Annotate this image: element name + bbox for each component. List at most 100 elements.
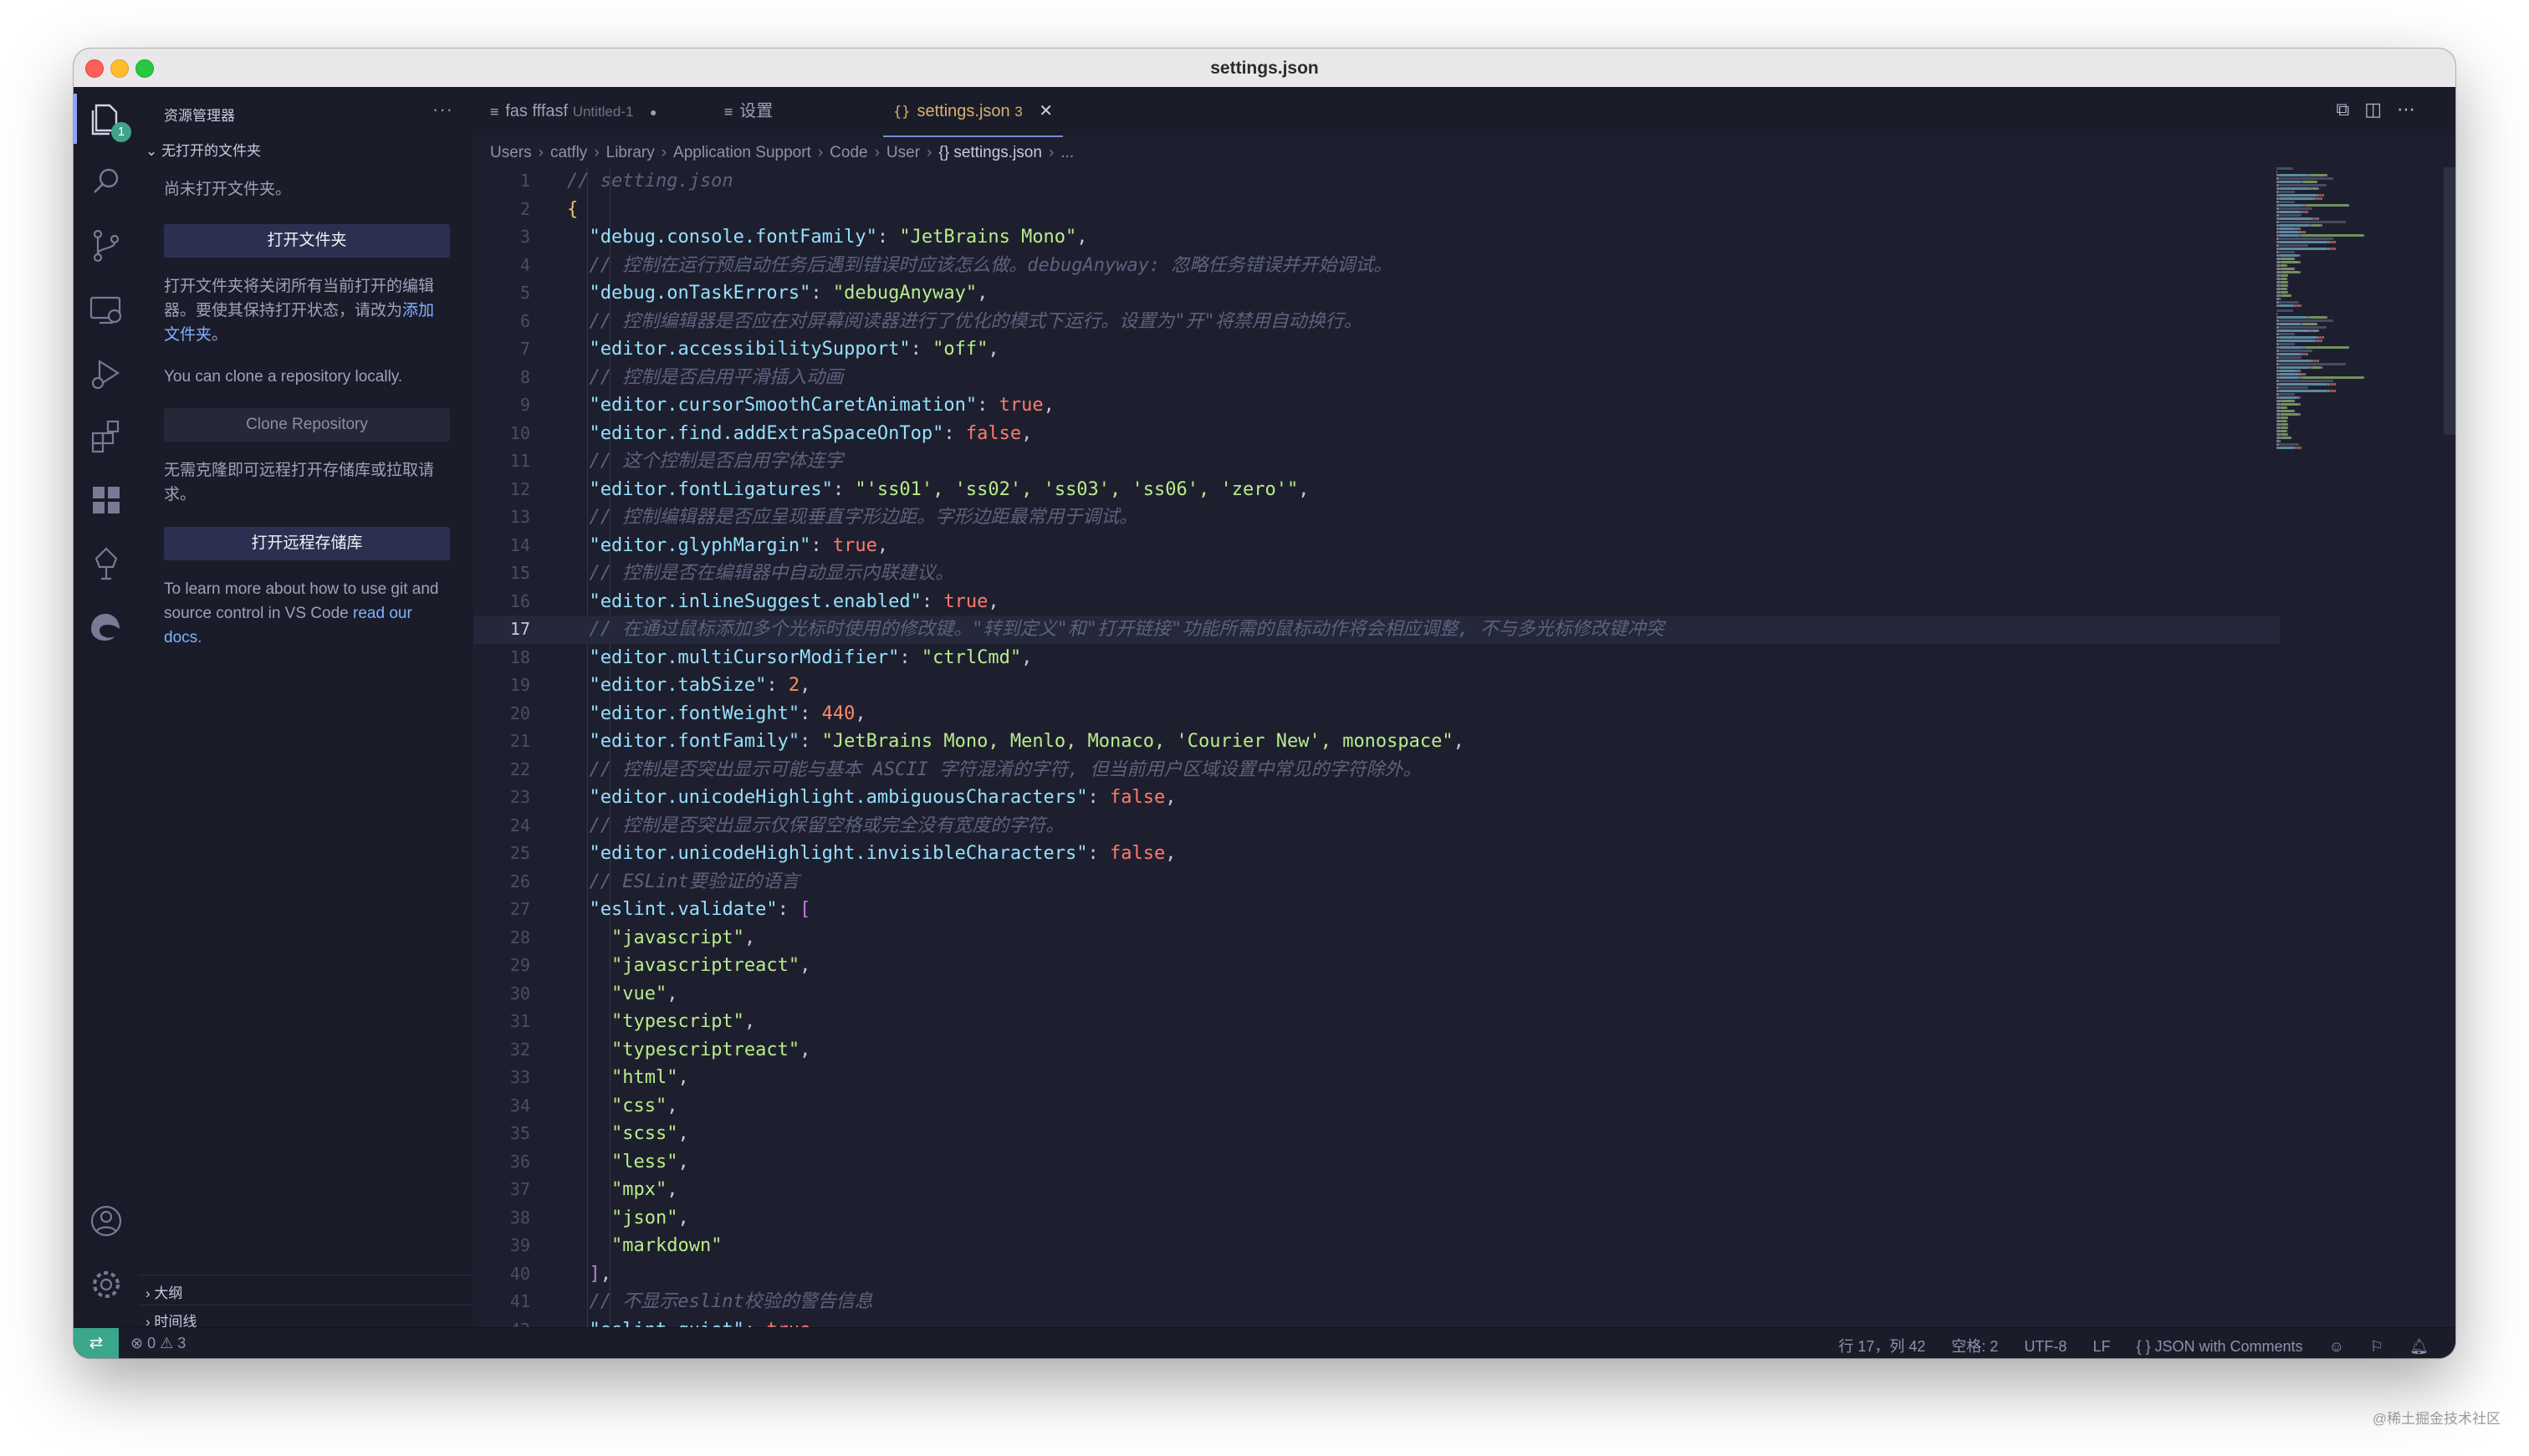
code-line[interactable]: 8 // 控制是否启用平滑插入动画 <box>473 364 2280 392</box>
sidebar-more-icon[interactable]: ··· <box>432 99 453 120</box>
minimap-mark <box>2281 433 2287 436</box>
remote-explorer-icon[interactable] <box>86 289 126 330</box>
code-line[interactable]: 5 "debug.onTaskErrors": "debugAnyway", <box>473 279 2280 308</box>
code-token: , <box>800 955 811 976</box>
end-of-line[interactable]: LF <box>2092 1338 2110 1355</box>
tab-settings-json[interactable]: {} settings.json 3 ✕ <box>883 87 1064 137</box>
code-line[interactable]: 9 "editor.cursorSmoothCaretAnimation": t… <box>473 391 2280 420</box>
code-line[interactable]: 27 "eslint.validate": [ <box>473 896 2280 924</box>
code-line[interactable]: 13 // 控制编辑器是否应呈现垂直字形边距。字形边距最常用于调试。 <box>473 503 2280 532</box>
code-line[interactable]: 24 // 控制是否突出显示仅保留空格或完全没有宽度的字符。 <box>473 812 2280 840</box>
code-line[interactable]: 40 ], <box>473 1260 2280 1289</box>
remote-indicator-icon[interactable]: ⇄ <box>74 1328 119 1358</box>
vertical-scrollbar[interactable] <box>2444 167 2455 435</box>
grid-icon[interactable] <box>86 480 126 520</box>
tab-untitled[interactable]: ≡ fas fffasf Untitled-1 ● <box>490 87 657 135</box>
breadcrumb-item[interactable]: Code <box>830 144 867 161</box>
copilot-icon[interactable]: ☺ <box>2329 1338 2344 1355</box>
source-control-icon[interactable] <box>86 226 126 266</box>
code-text: "editor.fontFamily": "JetBrains Mono, Me… <box>567 728 1464 756</box>
code-line[interactable]: 16 "editor.inlineSuggest.enabled": true, <box>473 588 2280 616</box>
code-text: // 控制是否突出显示可能与基本 ASCII 字符混淆的字符, 但当前用户区域设… <box>567 756 1422 784</box>
error-count: ⊗ 0 <box>130 1335 156 1351</box>
breadcrumb-item[interactable]: Library <box>606 144 655 161</box>
code-line[interactable]: 31 "typescript", <box>473 1008 2280 1036</box>
open-remote-repo-button[interactable]: 打开远程存储库 <box>164 527 450 560</box>
code-line[interactable]: 39 "markdown" <box>473 1232 2280 1260</box>
breadcrumb-item[interactable]: Application Support <box>673 144 811 161</box>
extensions-icon[interactable] <box>86 416 126 457</box>
breadcrumb-item[interactable]: User <box>886 144 920 161</box>
code-line[interactable]: 28 "javascript", <box>473 924 2280 953</box>
encoding[interactable]: UTF-8 <box>2024 1338 2067 1355</box>
code-line[interactable]: 35 "scss", <box>473 1120 2280 1148</box>
close-icon[interactable]: ✕ <box>1039 102 1053 120</box>
code-line[interactable]: 41 // 不显示eslint校验的警告信息 <box>473 1288 2280 1316</box>
code-line[interactable]: 2{ <box>473 196 2280 224</box>
minimap-mark <box>2348 204 2350 207</box>
code-line[interactable]: 23 "editor.unicodeHighlight.ambiguousCha… <box>473 784 2280 812</box>
breadcrumb-item[interactable]: Users <box>490 144 532 161</box>
code-token: "editor.fontLigatures" <box>589 478 833 500</box>
account-icon[interactable] <box>86 1201 126 1241</box>
tab-settings[interactable]: ≡ 设置 <box>724 87 773 135</box>
code-line[interactable]: 42 "eslint.quiet": true, <box>473 1316 2280 1329</box>
breadcrumb-item[interactable]: ... <box>1060 144 1074 161</box>
code-line[interactable]: 7 "editor.accessibilitySupport": "off", <box>473 335 2280 364</box>
open-changes-icon[interactable]: ⧉ <box>2336 99 2364 120</box>
more-actions-icon[interactable]: ⋯ <box>2397 99 2430 120</box>
split-editor-icon[interactable]: ◫ <box>2364 99 2397 120</box>
edge-icon[interactable] <box>86 607 126 647</box>
indentation[interactable]: 空格: 2 <box>1951 1338 1998 1355</box>
outline-section[interactable]: › 大纲 <box>146 1281 182 1302</box>
code-line[interactable]: 14 "editor.glyphMargin": true, <box>473 532 2280 560</box>
code-line[interactable]: 19 "editor.tabSize": 2, <box>473 672 2280 700</box>
code-line[interactable]: 10 "editor.find.addExtraSpaceOnTop": fal… <box>473 420 2280 448</box>
minimap-mark <box>2321 224 2322 227</box>
code-line[interactable]: 17 // 在通过鼠标添加多个光标时使用的修改键。"转到定义"和"打开链接"功能… <box>473 616 2280 644</box>
code-line[interactable]: 38 "json", <box>473 1204 2280 1233</box>
code-token: , <box>677 1151 689 1172</box>
no-folder-section[interactable]: ⌄ 无打开的文件夹 <box>146 139 261 160</box>
code-line[interactable]: 4 // 控制在运行预启动任务后遇到错误时应该怎么做。debugAnyway: … <box>473 252 2280 280</box>
code-line[interactable]: 36 "less", <box>473 1148 2280 1177</box>
code-line[interactable]: 34 "css", <box>473 1092 2280 1121</box>
line-number: 38 <box>509 1207 530 1228</box>
minimap[interactable] <box>2276 167 2444 569</box>
unsaved-dot-icon[interactable]: ● <box>650 105 657 119</box>
run-debug-icon[interactable] <box>86 353 126 393</box>
line-number: 20 <box>509 702 530 723</box>
cursor-position[interactable]: 行 17，列 42 <box>1838 1338 1925 1355</box>
code-line[interactable]: 22 // 控制是否突出显示可能与基本 ASCII 字符混淆的字符, 但当前用户… <box>473 756 2280 784</box>
clone-repository-button[interactable]: Clone Repository <box>164 408 450 442</box>
code-line[interactable]: 15 // 控制是否在编辑器中自动显示内联建议。 <box>473 559 2280 588</box>
code-line[interactable]: 20 "editor.fontWeight": 440, <box>473 700 2280 728</box>
code-line[interactable]: 1 // setting.json <box>473 167 2280 196</box>
code-line[interactable]: 12 "editor.fontLigatures": "'ss01', 'ss0… <box>473 476 2280 504</box>
code-line[interactable]: 6 // 控制编辑器是否应在对屏幕阅读器进行了优化的模式下运行。设置为"开"将禁… <box>473 308 2280 336</box>
code-editor[interactable]: 1// setting.json 2{3 "debug.console.fontF… <box>473 167 2280 1328</box>
code-line[interactable]: 30 "vue", <box>473 980 2280 1009</box>
code-line[interactable]: 29 "javascriptreact", <box>473 952 2280 980</box>
code-line[interactable]: 26 // ESLint要验证的语言 <box>473 868 2280 897</box>
code-line[interactable]: 3 "debug.console.fontFamily": "JetBrains… <box>473 223 2280 252</box>
search-icon[interactable] <box>86 162 126 202</box>
code-line[interactable]: 25 "editor.unicodeHighlight.invisibleCha… <box>473 840 2280 868</box>
open-folder-button[interactable]: 打开文件夹 <box>164 224 450 258</box>
code-line[interactable]: 32 "typescriptreact", <box>473 1036 2280 1065</box>
language-mode[interactable]: { } JSON with Comments <box>2136 1338 2302 1355</box>
tree-icon[interactable] <box>86 544 126 584</box>
code-line[interactable]: 11 // 这个控制是否启用字体连字 <box>473 447 2280 476</box>
settings-gear-icon[interactable] <box>86 1264 126 1305</box>
files-icon[interactable]: 1 <box>74 94 131 144</box>
code-line[interactable]: 21 "editor.fontFamily": "JetBrains Mono,… <box>473 728 2280 756</box>
problems-indicator[interactable]: ⊗ 0 ⚠ 3 <box>130 1335 186 1352</box>
notifications-bell-icon[interactable]: 🔔︎ <box>2409 1338 2429 1355</box>
code-line[interactable]: 37 "mpx", <box>473 1176 2280 1204</box>
breadcrumb-item[interactable]: catfly <box>550 144 587 161</box>
code-line[interactable]: 18 "editor.multiCursorModifier": "ctrlCm… <box>473 644 2280 672</box>
feedback-icon[interactable]: ⚐ <box>2370 1338 2383 1355</box>
code-line[interactable]: 33 "html", <box>473 1064 2280 1092</box>
breadcrumb-item[interactable]: {} settings.json <box>938 144 1042 161</box>
